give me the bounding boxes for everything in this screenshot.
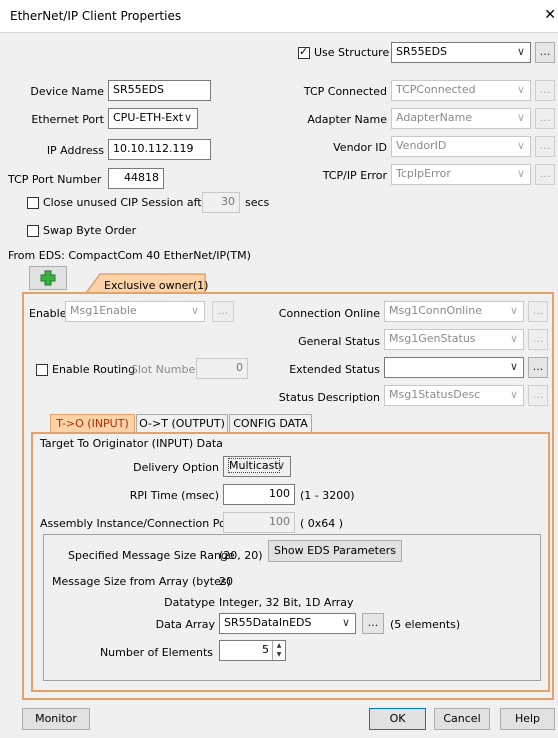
specified-range-value: (20, 20) <box>219 549 263 562</box>
data-array-select[interactable]: SR55DataInEDS ∨ <box>219 613 356 634</box>
msg-size-value: 20 <box>219 575 233 588</box>
structure-select[interactable]: SR55EDS ∨ <box>391 42 531 63</box>
ethernet-port-select[interactable]: CPU-ETH-Ext ∨ <box>108 108 198 129</box>
chevron-down-icon: ∨ <box>509 332 518 345</box>
use-structure-label: Use Structure <box>314 46 390 59</box>
enable-routing-label: Enable Routing <box>52 363 136 376</box>
datatype-label: Datatype <box>164 596 215 609</box>
general-status-browse-button[interactable]: ... <box>528 329 548 350</box>
chevron-down-icon: ∨ <box>509 360 518 373</box>
tcp-connected-select[interactable]: TCPConnected ∨ <box>391 80 531 101</box>
data-array-label: Data Array <box>155 618 215 631</box>
tcp-port-label: TCP Port Number <box>8 173 102 186</box>
help-button[interactable]: Help <box>500 708 555 730</box>
adapter-name-label: Adapter Name <box>307 113 387 126</box>
datatype-value: Integer, 32 Bit, 1D Array <box>219 596 354 609</box>
chevron-down-icon: ∨ <box>516 45 525 58</box>
close-unused-checkbox[interactable] <box>27 197 39 209</box>
status-description-label: Status Description <box>278 391 380 404</box>
close-unused-input[interactable]: 30 <box>202 192 240 213</box>
ethernet-port-label: Ethernet Port <box>31 113 104 126</box>
general-status-label: General Status <box>298 335 380 348</box>
enable-routing-checkbox[interactable] <box>36 364 48 376</box>
structure-browse-button[interactable]: ... <box>535 42 555 63</box>
ip-address-label: IP Address <box>46 144 104 157</box>
show-eds-parameters-button[interactable]: Show EDS Parameters <box>268 540 402 562</box>
chevron-down-icon: ∨ <box>341 616 350 629</box>
ok-button[interactable]: OK <box>369 708 426 730</box>
chevron-down-icon: ∨ <box>516 111 525 124</box>
assembly-input[interactable]: 100 <box>223 512 295 533</box>
slot-number-input[interactable]: 0 <box>196 358 248 379</box>
chevron-down-icon: ∨ <box>190 304 199 317</box>
chevron-down-icon: ∨ <box>516 167 525 180</box>
close-unused-label: Close unused CIP Session after <box>43 196 213 209</box>
tcpip-error-label: TCP/IP Error <box>322 169 387 182</box>
add-connection-button[interactable] <box>29 266 67 290</box>
tab-output[interactable]: O->T (OUTPUT) <box>136 414 228 432</box>
device-name-input[interactable]: SR55EDS <box>108 80 211 101</box>
use-structure-checkbox[interactable] <box>298 45 310 59</box>
chevron-down-icon: ∨ <box>516 139 525 152</box>
adapter-name-select[interactable]: AdapterName ∨ <box>391 108 531 129</box>
rpi-input[interactable]: 100 <box>223 484 295 505</box>
connection-tab-label: Exclusive owner(1) <box>104 279 209 292</box>
slot-number-label: Slot Number <box>131 363 200 376</box>
specified-range-label: Specified Message Size Range <box>68 549 235 562</box>
vendor-id-select[interactable]: VendorID ∨ <box>391 136 531 157</box>
connection-online-browse-button[interactable]: ... <box>528 301 548 322</box>
status-description-browse-button[interactable]: ... <box>528 385 548 406</box>
extended-status-select[interactable]: ∨ <box>384 357 524 378</box>
device-name-label: Device Name <box>30 85 104 98</box>
from-eds-label: From EDS: CompactCom 40 EtherNet/IP(TM) <box>8 249 251 262</box>
input-group-title: Target To Originator (INPUT) Data <box>40 437 223 450</box>
add-icon <box>40 270 56 286</box>
elements-note: (5 elements) <box>390 618 461 631</box>
enable-browse-button[interactable]: ... <box>212 301 234 322</box>
connection-online-select[interactable]: Msg1ConnOnline ∨ <box>384 301 524 322</box>
tab-config-data[interactable]: CONFIG DATA <box>229 414 312 432</box>
data-array-browse-button[interactable]: ... <box>362 613 384 634</box>
cancel-button[interactable]: Cancel <box>434 708 490 730</box>
swap-byte-label: Swap Byte Order <box>43 224 137 237</box>
chevron-down-icon: ∨ <box>509 388 518 401</box>
num-elements-label: Number of Elements <box>99 646 213 659</box>
msg-size-label: Message Size from Array (bytes) <box>52 575 231 588</box>
assembly-hex: ( 0x64 ) <box>300 517 344 530</box>
enable-select[interactable]: Msg1Enable ∨ <box>65 301 205 322</box>
tcpip-error-browse-button[interactable]: ... <box>535 164 555 185</box>
chevron-down-icon: ∨ <box>509 304 518 317</box>
assembly-label: Assembly Instance/Connection Point <box>40 517 241 530</box>
adapter-name-browse-button[interactable]: ... <box>535 108 555 129</box>
tab-input[interactable]: T->O (INPUT) <box>50 414 135 433</box>
swap-byte-checkbox[interactable] <box>27 225 39 237</box>
extended-status-browse-button[interactable]: ... <box>528 357 548 378</box>
rpi-label: RPI Time (msec) <box>129 489 219 502</box>
close-icon[interactable]: ✕ <box>544 7 556 23</box>
vendor-id-browse-button[interactable]: ... <box>535 136 555 157</box>
delivery-option-label: Delivery Option <box>133 461 219 474</box>
rpi-range: (1 - 3200) <box>300 489 355 502</box>
tcp-connected-label: TCP Connected <box>303 85 387 98</box>
stepper-icon[interactable]: ▲ ▼ <box>272 641 285 660</box>
general-status-select[interactable]: Msg1GenStatus ∨ <box>384 329 524 350</box>
monitor-button[interactable]: Monitor <box>22 708 90 730</box>
window-title: EtherNet/IP Client Properties <box>10 9 182 23</box>
connection-online-label: Connection Online <box>278 307 380 320</box>
num-elements-input[interactable]: 5 ▲ ▼ <box>219 640 286 661</box>
title-bar: EtherNet/IP Client Properties ✕ <box>0 0 558 33</box>
chevron-down-icon: ∨ <box>516 83 525 96</box>
ip-address-input[interactable]: 10.10.112.119 <box>108 139 211 160</box>
chevron-down-icon: ∨ <box>276 459 285 472</box>
tcpip-error-select[interactable]: TcpIpError ∨ <box>391 164 531 185</box>
vendor-id-label: Vendor ID <box>333 141 387 154</box>
chevron-down-icon: ∨ <box>183 111 192 124</box>
secs-label: secs <box>245 196 270 209</box>
tcp-port-input[interactable]: 44818 <box>108 168 164 189</box>
tcp-connected-browse-button[interactable]: ... <box>535 80 555 101</box>
status-description-select[interactable]: Msg1StatusDesc ∨ <box>384 385 524 406</box>
delivery-option-select[interactable]: Multicast ∨ <box>223 456 291 477</box>
enable-label: Enable <box>29 307 67 320</box>
extended-status-label: Extended Status <box>289 363 380 376</box>
